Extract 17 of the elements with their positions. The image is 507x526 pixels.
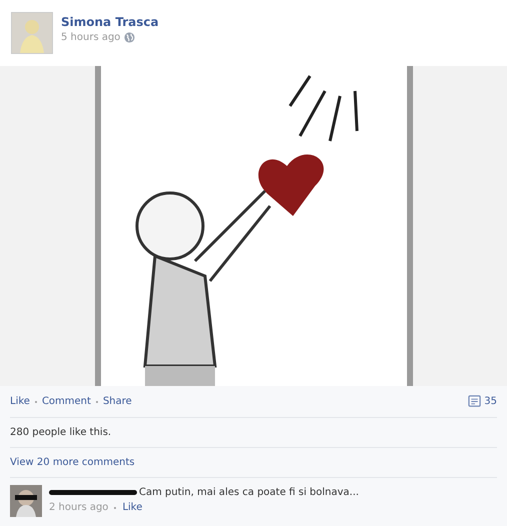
separator-dot [96, 400, 98, 402]
like-link[interactable]: Like [122, 502, 142, 513]
action-link[interactable]: Like [10, 396, 30, 407]
globe-icon [124, 32, 136, 43]
separator-dot [34, 400, 37, 402]
comment-icon[interactable] [468, 395, 482, 408]
avatar-icon[interactable] [10, 485, 42, 517]
action-link[interactable]: Share [102, 396, 132, 407]
comment-text: Cam putin, mai ales ca poate fi si bolnava... [139, 487, 359, 498]
view-more-link[interactable]: View 20 more comments [10, 457, 135, 468]
separator-dot [114, 506, 116, 508]
likes-summary: 280 people like this. [10, 427, 112, 438]
author-link[interactable]: Simona Trasca [61, 15, 159, 29]
timestamp: 5 hours ago [61, 32, 120, 43]
comment-count: 35 [484, 396, 497, 407]
timestamp: 2 hours ago [49, 502, 108, 513]
action-link[interactable]: Comment [42, 396, 91, 407]
